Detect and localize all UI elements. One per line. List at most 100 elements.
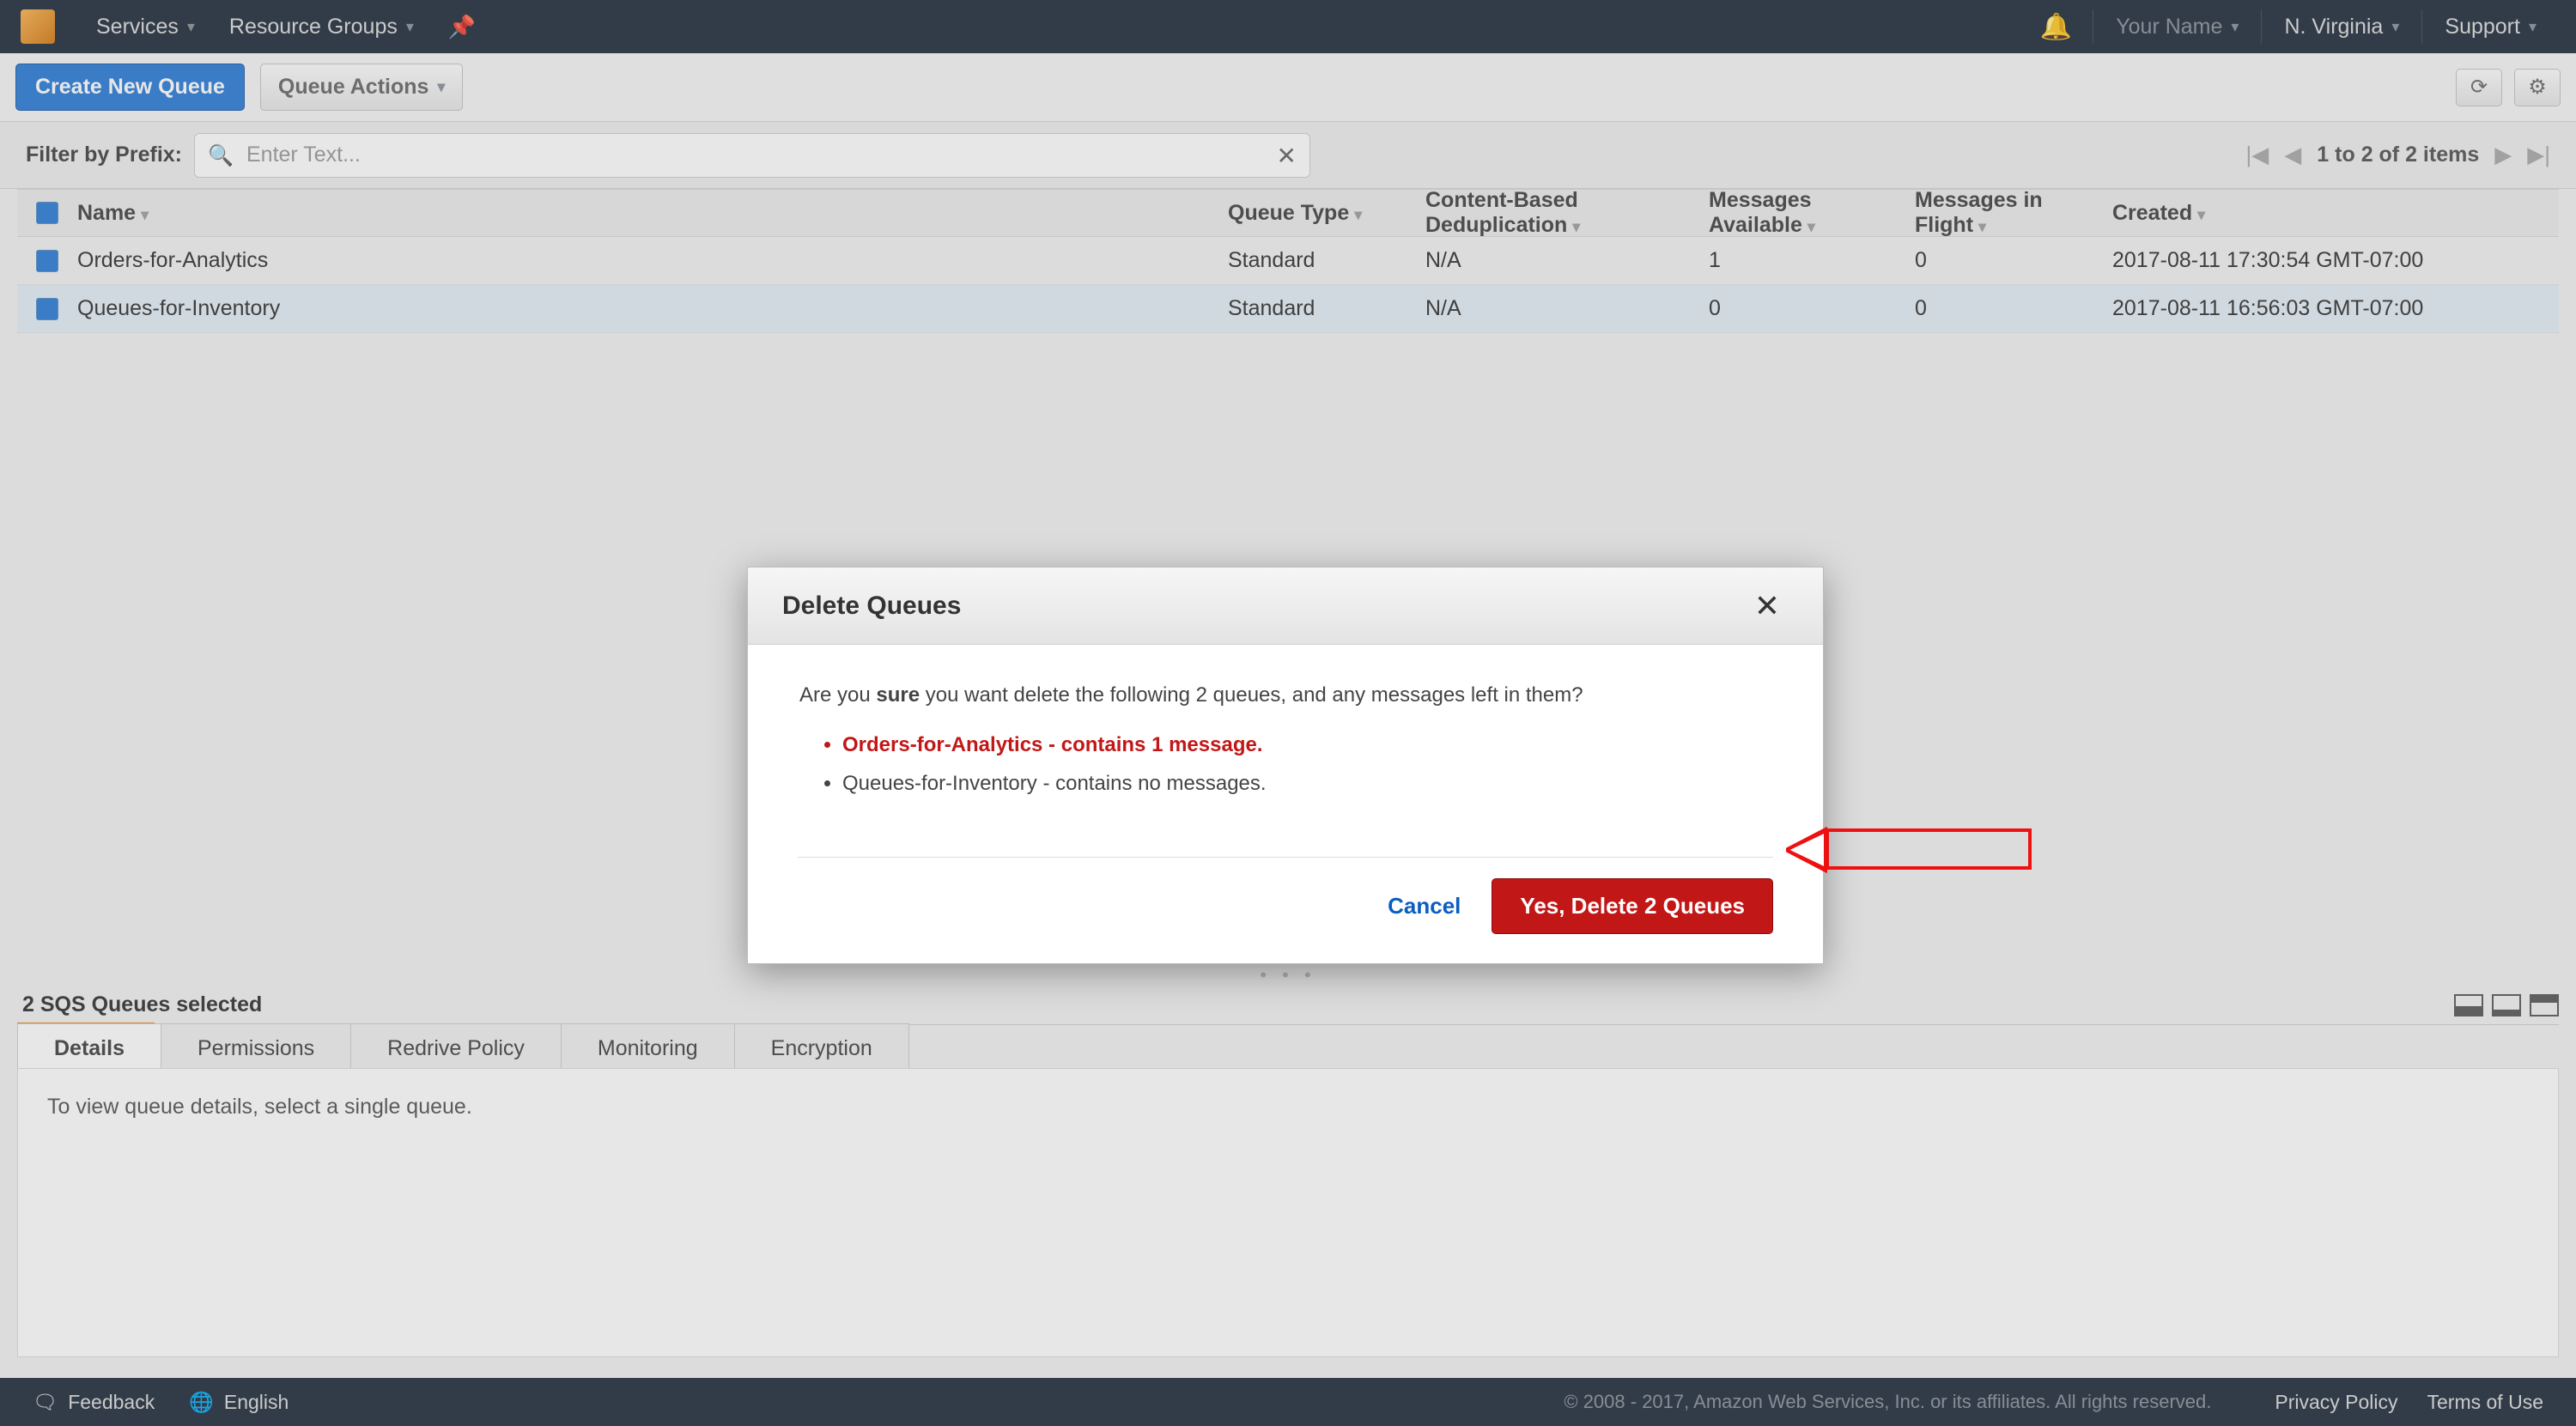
chevron-down-icon: ▾ [2529,18,2537,36]
queue-actions-button[interactable]: Queue Actions ▾ [260,64,464,111]
page-last-button[interactable]: ▶| [2527,142,2550,168]
language-label: English [224,1391,289,1414]
cell-dedup: N/A [1425,248,1709,273]
nav-user-label: Your Name [2116,15,2222,39]
page-first-button[interactable]: |◀ [2246,142,2269,168]
nav-services-label: Services [96,15,179,39]
queue-actions-label: Queue Actions [278,75,429,100]
page-info: 1 to 2 of 2 items [2317,143,2479,167]
dialog-queue-warning: Orders-for-Analytics - contains 1 messag… [842,729,1771,762]
filter-label: Filter by Prefix: [26,143,182,167]
nav-resource-groups[interactable]: Resource Groups ▾ [212,15,431,39]
dialog-body: Are you sure you want delete the followi… [748,645,1823,831]
filter-input-wrap: 🔍 ✕ [194,133,1310,178]
tab-encryption[interactable]: Encryption [734,1023,909,1073]
cell-name: Queues-for-Inventory [77,296,1228,321]
cell-created: 2017-08-11 17:30:54 GMT-07:00 [2112,248,2559,273]
dialog-header: Delete Queues ✕ [748,567,1823,645]
dialog-close-button[interactable]: ✕ [1746,583,1789,629]
filter-row: Filter by Prefix: 🔍 ✕ |◀ ◀ 1 to 2 of 2 i… [0,122,2576,189]
page-next-button[interactable]: ▶ [2494,142,2512,168]
sort-icon: ▾ [1572,218,1580,235]
settings-button[interactable]: ⚙ [2514,69,2561,106]
selection-count: 2 SQS Queues selected [17,986,267,1024]
annotation-highlight [1826,828,2032,870]
search-icon: 🔍 [208,143,234,168]
tab-permissions[interactable]: Permissions [161,1023,351,1073]
chevron-down-icon: ▾ [406,18,414,36]
cancel-button[interactable]: Cancel [1388,893,1461,919]
cell-dedup: N/A [1425,296,1709,321]
language-link[interactable]: 🌐 English [189,1391,289,1414]
chevron-down-icon: ▾ [2391,18,2399,36]
footer: 🗨Feedback 🌐English © 2008 - 2017, Amazon… [0,1378,2576,1426]
cell-avail: 1 [1709,248,1915,273]
nav-region-label: N. Virginia [2284,15,2383,39]
page-prev-button[interactable]: ◀ [2284,142,2301,168]
table-row[interactable]: Queues-for-Inventory Standard N/A 0 0 20… [17,285,2559,333]
privacy-link[interactable]: Privacy Policy [2275,1391,2397,1414]
cell-type: Standard [1228,296,1425,321]
detail-empty-text: To view queue details, select a single q… [47,1095,472,1119]
col-flight[interactable]: Messages in Flight▾ [1915,188,2112,238]
speech-icon: 🗨 [33,1391,58,1414]
nav-services[interactable]: Services ▾ [79,15,212,39]
delete-queues-dialog: Delete Queues ✕ Are you sure you want de… [747,567,1824,964]
layout-bottom-button[interactable] [2454,994,2483,1016]
tab-details[interactable]: Details [17,1023,161,1073]
col-created[interactable]: Created▾ [2112,201,2559,226]
chevron-down-icon: ▾ [187,18,195,36]
col-name[interactable]: Name▾ [77,201,1228,226]
nav-region[interactable]: N. Virginia ▾ [2265,15,2418,39]
layout-split-button[interactable] [2492,994,2521,1016]
row-checkbox[interactable] [17,298,77,320]
nav-resource-groups-label: Resource Groups [229,15,398,39]
refresh-icon: ⟳ [2470,75,2488,100]
detail-bar: 2 SQS Queues selected [17,986,2559,1025]
col-avail[interactable]: Messages Available▾ [1709,188,1915,238]
terms-link[interactable]: Terms of Use [2427,1391,2543,1414]
sort-icon: ▾ [2197,206,2205,223]
filter-input[interactable] [194,133,1310,178]
sort-icon: ▾ [1807,218,1815,235]
layout-toggle [2454,994,2559,1016]
nav-divider [2421,9,2422,44]
cell-flight: 0 [1915,248,2112,273]
splitter-handle[interactable]: • • • [17,968,2559,982]
gear-icon: ⚙ [2528,75,2547,100]
select-all-cell[interactable] [17,202,77,224]
sort-icon: ▾ [141,206,149,223]
chevron-down-icon: ▾ [437,78,445,96]
dialog-title: Delete Queues [782,592,961,621]
feedback-label: Feedback [68,1391,155,1414]
bell-icon[interactable]: 🔔 [2023,12,2089,42]
toolbar: Create New Queue Queue Actions ▾ ⟳ ⚙ [0,53,2576,122]
sort-icon: ▾ [1354,206,1362,223]
clear-filter-button[interactable]: ✕ [1277,142,1297,170]
col-dedup[interactable]: Content-Based Deduplication▾ [1425,188,1709,238]
nav-user[interactable]: Your Name ▾ [2097,15,2257,39]
refresh-button[interactable]: ⟳ [2456,69,2502,106]
col-type[interactable]: Queue Type▾ [1228,201,1425,226]
confirm-delete-button[interactable]: Yes, Delete 2 Queues [1492,878,1773,934]
detail-tabs: Details Permissions Redrive Policy Monit… [17,1023,2559,1074]
detail-body: To view queue details, select a single q… [17,1068,2559,1357]
row-checkbox[interactable] [17,250,77,272]
cell-flight: 0 [1915,296,2112,321]
tab-redrive[interactable]: Redrive Policy [350,1023,562,1073]
globe-icon: 🌐 [189,1391,214,1414]
create-queue-button[interactable]: Create New Queue [15,64,245,111]
aws-logo[interactable] [21,9,55,44]
cell-created: 2017-08-11 16:56:03 GMT-07:00 [2112,296,2559,321]
tab-monitoring[interactable]: Monitoring [561,1023,735,1073]
chevron-down-icon: ▾ [2231,18,2239,36]
pin-icon[interactable]: 📌 [431,14,493,40]
nav-divider [2261,9,2262,44]
nav-support-label: Support [2445,15,2520,39]
nav-support[interactable]: Support ▾ [2426,15,2555,39]
layout-top-button[interactable] [2530,994,2559,1016]
feedback-link[interactable]: 🗨 Feedback [33,1391,155,1414]
table-row[interactable]: Orders-for-Analytics Standard N/A 1 0 20… [17,237,2559,285]
checkbox-icon [36,250,58,272]
dialog-queue-item: Queues-for-Inventory - contains no messa… [842,768,1771,800]
